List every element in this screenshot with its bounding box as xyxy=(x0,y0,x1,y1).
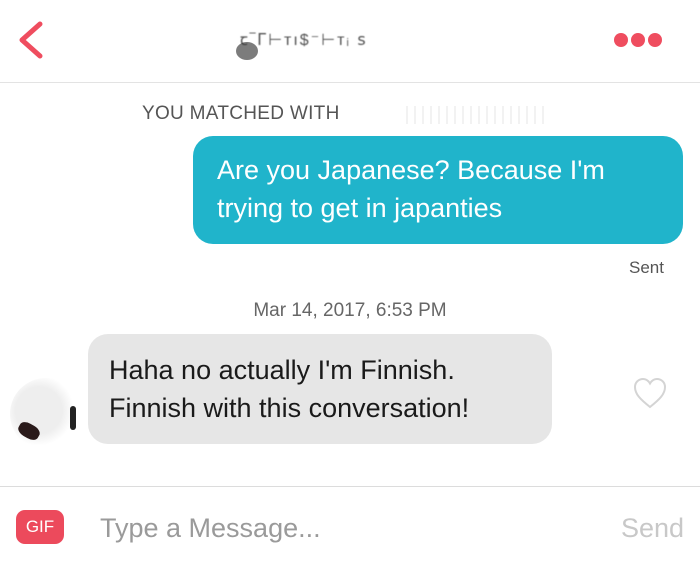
contact-name[interactable]: ꞇ‾ᒥ⊢ᴛı$⁻⊢ᴛᵢ ꜱ xyxy=(240,28,460,58)
sender-avatar[interactable] xyxy=(10,378,82,450)
more-dot xyxy=(614,33,628,47)
more-dot xyxy=(631,33,645,47)
match-notice: YOU MATCHED WITH xyxy=(142,103,340,124)
more-options-button[interactable] xyxy=(614,26,672,54)
outgoing-message[interactable]: Are you Japanese? Because I'm trying to … xyxy=(193,136,683,244)
avatar-detail xyxy=(15,419,43,443)
more-dot xyxy=(648,33,662,47)
like-button[interactable] xyxy=(632,376,668,410)
back-button[interactable] xyxy=(12,18,52,62)
sent-status: Sent xyxy=(629,258,664,277)
heart-outline-icon xyxy=(633,377,667,409)
chat-header: ꞇ‾ᒥ⊢ᴛı$⁻⊢ᴛᵢ ꜱ xyxy=(0,0,700,83)
message-timestamp: Mar 14, 2017, 6:53 PM xyxy=(253,300,447,321)
message-composer: GIF Send xyxy=(0,486,700,567)
gif-button[interactable]: GIF xyxy=(16,510,64,544)
send-button[interactable]: Send xyxy=(621,513,684,544)
redacted-name xyxy=(400,106,550,124)
chevron-left-icon xyxy=(19,21,43,59)
incoming-message[interactable]: Haha no actually I'm Finnish. Finnish wi… xyxy=(88,334,552,444)
avatar-detail xyxy=(70,406,76,430)
message-input[interactable] xyxy=(98,507,582,549)
